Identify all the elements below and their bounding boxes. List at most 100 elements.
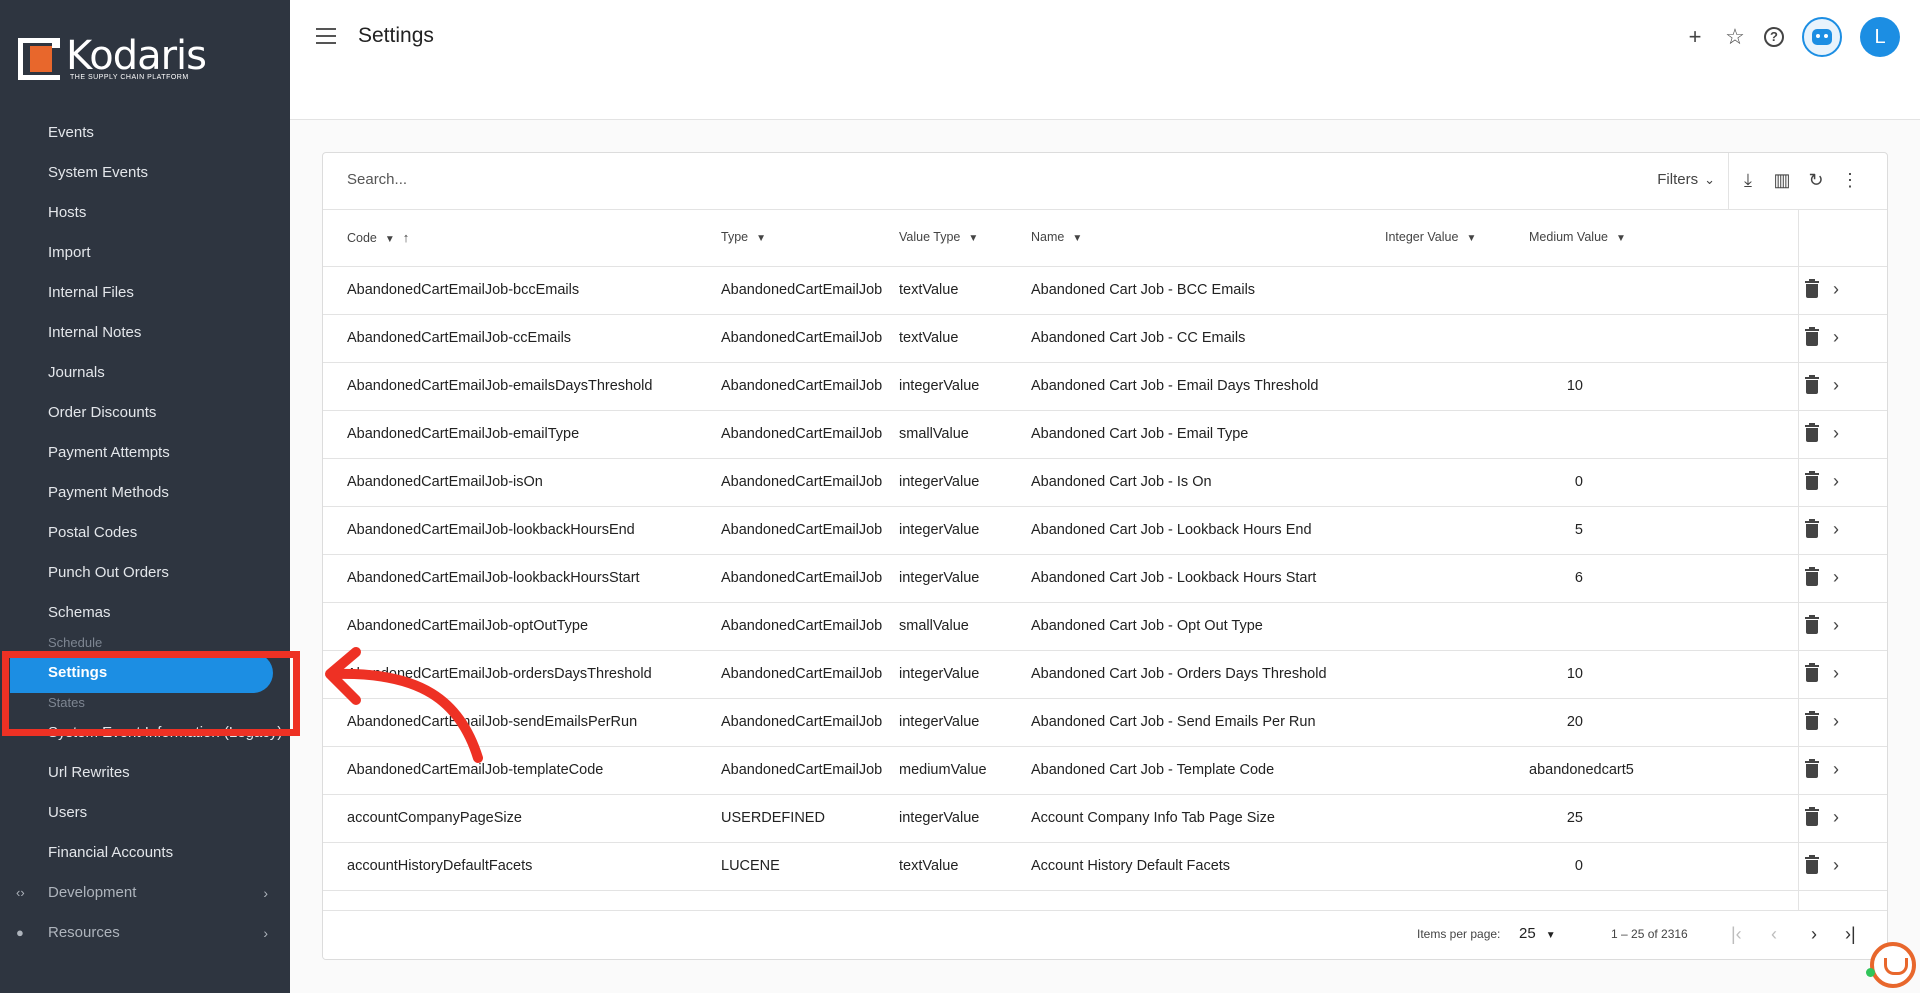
table-row[interactable]: AbandonedCartEmailJob-ccEmails AbandonedC…	[323, 315, 1887, 363]
name-cell: Abandoned Cart Job - Orders Days Thresho…	[1031, 666, 1327, 682]
trash-icon[interactable]	[1805, 615, 1819, 634]
sidebar-item-hosts[interactable]: Hosts	[0, 193, 290, 233]
table-row[interactable]: AbandonedCartEmailJob-emailType Abandoned…	[323, 411, 1887, 459]
integer-value-cell: 5	[1574, 522, 1583, 538]
sidebar-group-resources[interactable]: ● Resources ›	[0, 913, 290, 953]
sidebar-item-internal-files[interactable]: Internal Files	[0, 273, 290, 313]
chevron-right-icon[interactable]: ›	[1833, 807, 1839, 827]
refresh-icon[interactable]: ↻	[1807, 169, 1825, 191]
type-cell: AbandonedCartEmailJob	[721, 570, 883, 586]
sidebar-item-payment-attempts[interactable]: Payment Attempts	[0, 433, 290, 473]
menu-icon[interactable]	[316, 28, 336, 44]
online-status-dot	[1866, 968, 1875, 977]
trash-icon[interactable]	[1805, 279, 1819, 298]
sidebar-item-system-events[interactable]: System Events	[0, 153, 290, 193]
row-actions: ›	[1805, 807, 1839, 827]
trash-icon[interactable]	[1805, 375, 1819, 394]
chevron-right-icon[interactable]: ›	[1833, 327, 1839, 347]
sidebar-item-postal-codes[interactable]: Postal Codes	[0, 513, 290, 553]
chevron-right-icon[interactable]: ›	[1833, 759, 1839, 779]
table-row[interactable]: accountHistoryDefaultFacets LUCENE textVal…	[323, 843, 1887, 891]
help-icon[interactable]: ?	[1764, 27, 1784, 47]
filters-button[interactable]: Filters ⌄	[1657, 171, 1715, 188]
download-icon[interactable]: ⤓	[1739, 169, 1757, 191]
sidebar-item-import[interactable]: Import	[0, 233, 290, 273]
chevron-right-icon[interactable]: ›	[1833, 855, 1839, 875]
chat-support-icon[interactable]	[1870, 942, 1916, 988]
kodaris-logo[interactable]: Kodaris THE SUPPLY CHAIN PLATFORM	[18, 36, 207, 81]
brand-tagline: THE SUPPLY CHAIN PLATFORM	[70, 74, 189, 81]
settings-table-card: Filters⌄ ⤓ ▥ ↻ ⋮ Code▼↑ Type▼ Value Type…	[322, 152, 1888, 960]
row-actions: ›	[1805, 759, 1839, 779]
chevron-right-icon[interactable]: ›	[1833, 663, 1839, 683]
col-header-medium-value[interactable]: Medium Value ▼	[1529, 230, 1626, 244]
avatar[interactable]: L	[1860, 17, 1900, 57]
plus-icon[interactable]: +	[1684, 26, 1706, 48]
col-header-code[interactable]: Code ▼ ↑	[347, 230, 409, 245]
chevron-right-icon[interactable]: ›	[1833, 471, 1839, 491]
table-row[interactable]: AbandonedCartEmailJob-ordersDaysThreshol…	[323, 651, 1887, 699]
caret-down-icon: ▼	[756, 233, 767, 244]
table-row[interactable]: AbandonedCartEmailJob-sendEmailsPerRun Ab…	[323, 699, 1887, 747]
table-row[interactable]: AbandonedCartEmailJob-bccEmails Abandoned…	[323, 267, 1887, 315]
table-row[interactable]: accountCompanyPageSize USERDEFINED integer…	[323, 795, 1887, 843]
chevron-right-icon[interactable]: ›	[1833, 567, 1839, 587]
name-cell: Abandoned Cart Job - Email Days Threshol…	[1031, 378, 1319, 394]
sidebar-item-internal-notes[interactable]: Internal Notes	[0, 313, 290, 353]
table-row[interactable]: AbandonedCartEmailJob-templateCode Abando…	[323, 747, 1887, 795]
type-cell: AbandonedCartEmailJob	[721, 282, 883, 298]
chevron-right-icon[interactable]: ›	[1833, 615, 1839, 635]
last-page-icon[interactable]: ›|	[1845, 923, 1856, 945]
chevron-right-icon[interactable]: ›	[1833, 519, 1839, 539]
next-page-icon[interactable]: ›	[1811, 923, 1817, 945]
ai-assistant-icon[interactable]	[1802, 17, 1842, 57]
row-actions: ›	[1805, 471, 1839, 491]
trash-icon[interactable]	[1805, 423, 1819, 442]
table-row[interactable]: AbandonedCartEmailJob-lookbackHoursStart…	[323, 555, 1887, 603]
search-input[interactable]	[347, 171, 1247, 188]
table-row[interactable]: AbandonedCartEmailJob-emailsDaysThreshol…	[323, 363, 1887, 411]
table-row[interactable]: AbandonedCartEmailJob-isOn AbandonedCartE…	[323, 459, 1887, 507]
col-header-type[interactable]: Type ▼	[721, 230, 766, 244]
columns-icon[interactable]: ▥	[1773, 169, 1791, 191]
star-icon[interactable]: ☆	[1724, 26, 1746, 48]
col-header-name[interactable]: Name ▼	[1031, 230, 1082, 244]
sidebar-item-schedule[interactable]: Schedule	[0, 633, 290, 653]
sidebar-item-users[interactable]: Users	[0, 793, 290, 833]
sidebar-item-journals[interactable]: Journals	[0, 353, 290, 393]
table-row[interactable]: AbandonedCartEmailJob-optOutType Abandone…	[323, 603, 1887, 651]
name-cell: Abandoned Cart Job - Send Emails Per Run	[1031, 714, 1316, 730]
trash-icon[interactable]	[1805, 855, 1819, 874]
sidebar-item-financial-accounts[interactable]: Financial Accounts	[0, 833, 290, 873]
more-vert-icon[interactable]: ⋮	[1841, 169, 1859, 191]
trash-icon[interactable]	[1805, 711, 1819, 730]
sidebar-item-order-discounts[interactable]: Order Discounts	[0, 393, 290, 433]
sidebar-item-events[interactable]: Events	[0, 113, 290, 153]
items-per-page-select[interactable]: 25 ▼	[1519, 925, 1556, 942]
sidebar-item-punch-out-orders[interactable]: Punch Out Orders	[0, 553, 290, 593]
sidebar-group-development[interactable]: ‹› Development ›	[0, 873, 290, 913]
trash-icon[interactable]	[1805, 567, 1819, 586]
trash-icon[interactable]	[1805, 327, 1819, 346]
sidebar-item-schemas[interactable]: Schemas	[0, 593, 290, 633]
col-header-integer-value[interactable]: Integer Value ▼	[1385, 230, 1476, 244]
first-page-icon[interactable]: |‹	[1731, 923, 1742, 945]
trash-icon[interactable]	[1805, 759, 1819, 778]
chevron-right-icon[interactable]: ›	[1833, 279, 1839, 299]
col-header-value-type[interactable]: Value Type ▼	[899, 230, 978, 244]
table-row[interactable]: AbandonedCartEmailJob-lookbackHoursEnd Ab…	[323, 507, 1887, 555]
previous-page-icon[interactable]: ‹	[1771, 923, 1777, 945]
trash-icon[interactable]	[1805, 663, 1819, 682]
sidebar-group-label: Resources	[48, 924, 120, 941]
sidebar-item-payment-methods[interactable]: Payment Methods	[0, 473, 290, 513]
chevron-right-icon[interactable]: ›	[1833, 375, 1839, 395]
trash-icon[interactable]	[1805, 471, 1819, 490]
trash-icon[interactable]	[1805, 807, 1819, 826]
code-cell: accountHistoryDefaultFacets	[347, 858, 533, 874]
trash-icon[interactable]	[1805, 519, 1819, 538]
type-cell: AbandonedCartEmailJob	[721, 330, 883, 346]
chevron-right-icon[interactable]: ›	[1833, 711, 1839, 731]
chevron-right-icon[interactable]: ›	[1833, 423, 1839, 443]
sidebar-item-url-rewrites[interactable]: Url Rewrites	[0, 753, 290, 793]
value-type-cell: integerValue	[899, 714, 980, 730]
